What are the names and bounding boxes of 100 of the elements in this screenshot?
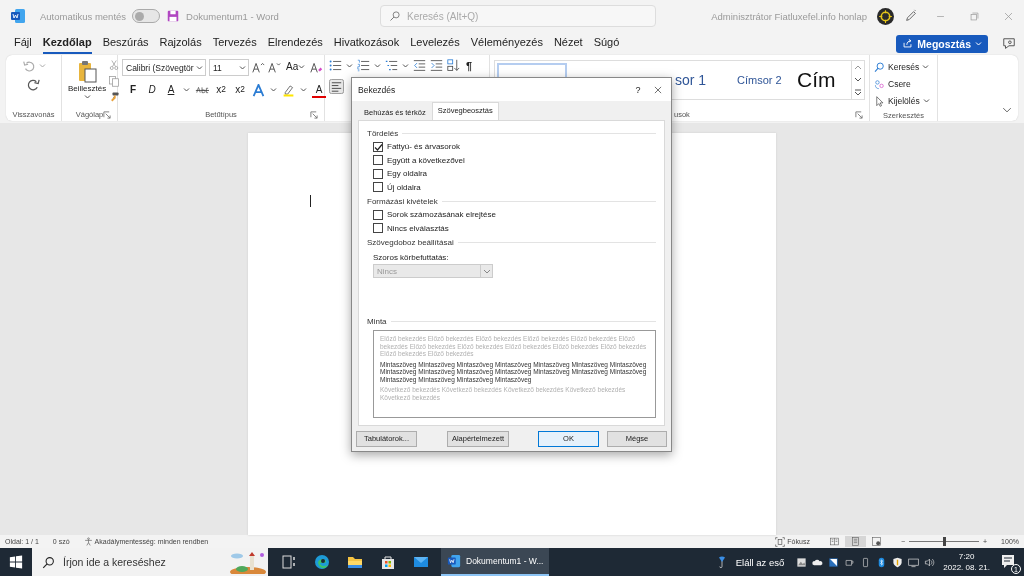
checkbox[interactable] bbox=[373, 209, 383, 220]
style-item[interactable]: Címsor 2 bbox=[731, 74, 791, 86]
caret-icon bbox=[270, 87, 277, 93]
decrease-indent-icon[interactable] bbox=[413, 59, 426, 72]
magnifier-icon bbox=[874, 61, 885, 73]
style-item[interactable]: sor 1 bbox=[669, 72, 731, 88]
search-icon bbox=[389, 10, 401, 22]
taskbar-search-field[interactable]: Írjon ide a kereséshez bbox=[32, 548, 268, 576]
shopping-bag-icon[interactable] bbox=[379, 554, 396, 570]
menu-tab[interactable]: Súgó bbox=[593, 33, 620, 54]
increase-indent-icon[interactable] bbox=[430, 59, 443, 72]
shield-icon[interactable] bbox=[892, 556, 904, 568]
menu-tab[interactable]: Tervezés bbox=[212, 33, 257, 54]
section-title: Szövegdoboz beállításai bbox=[367, 238, 454, 247]
envelope-icon[interactable] bbox=[412, 554, 429, 570]
menu-tab[interactable]: Levelezés bbox=[410, 33, 460, 54]
checkbox-label: Sorok számozásának elrejtése bbox=[387, 210, 496, 220]
numbered-list-icon[interactable] bbox=[357, 59, 370, 72]
word-logo-icon[interactable] bbox=[10, 8, 26, 24]
weather-button[interactable]: Eláll az eső bbox=[715, 554, 785, 570]
taskbar-app-button[interactable]: Dokumentum1 - W... bbox=[441, 548, 550, 576]
focus-icon bbox=[775, 536, 786, 547]
menu-tab[interactable]: Beszúrás bbox=[102, 33, 149, 54]
checkbox[interactable] bbox=[373, 223, 383, 234]
italic-button[interactable]: D bbox=[145, 82, 159, 98]
print-layout-button[interactable] bbox=[844, 536, 866, 547]
notification-icon[interactable] bbox=[1000, 553, 1016, 569]
collapse-ribbon-icon[interactable] bbox=[1002, 105, 1012, 115]
more-styles-icon[interactable] bbox=[854, 89, 862, 97]
help-button[interactable]: ? bbox=[623, 84, 653, 95]
dialog-launcher-icon[interactable] bbox=[855, 111, 863, 119]
underline-button[interactable]: A bbox=[164, 82, 178, 98]
grow-font-icon[interactable] bbox=[252, 61, 265, 74]
caret-icon bbox=[482, 267, 491, 275]
scroll-up-icon[interactable] bbox=[854, 63, 862, 71]
section-title: Formázási kivételek bbox=[367, 197, 438, 206]
checkbox-label: Fattyú- és árvasorok bbox=[387, 142, 460, 152]
show-marks-button[interactable]: ¶ bbox=[464, 59, 475, 72]
menu-tab[interactable]: Véleményezés bbox=[470, 33, 543, 54]
bullet-list-icon[interactable] bbox=[329, 59, 342, 72]
check-icon bbox=[373, 142, 383, 151]
menu-tab[interactable]: Nézet bbox=[553, 33, 583, 54]
clock-date[interactable]: 2022. 08. 21. bbox=[943, 562, 990, 573]
multilevel-list-icon[interactable] bbox=[385, 59, 398, 72]
font-color-button[interactable]: A bbox=[312, 82, 326, 98]
checkbox-label: Együtt a következővel bbox=[387, 155, 465, 165]
dialog-launcher-icon[interactable] bbox=[103, 111, 111, 119]
print-layout-icon bbox=[850, 537, 860, 546]
text-effects-icon[interactable] bbox=[252, 83, 265, 97]
checkbox[interactable] bbox=[373, 168, 383, 179]
autosave-toggle[interactable] bbox=[132, 9, 161, 23]
dialog-launcher-icon[interactable] bbox=[310, 111, 318, 119]
start-icon[interactable] bbox=[9, 555, 23, 569]
select-button[interactable]: Kijelölés bbox=[874, 93, 930, 109]
replace-button[interactable]: Csere bbox=[874, 76, 911, 92]
checkbox-label: Nincs elválasztás bbox=[387, 223, 449, 233]
slider-thumb[interactable] bbox=[943, 537, 946, 546]
menu-tab[interactable]: Hivatkozások bbox=[333, 33, 400, 54]
caret-icon bbox=[38, 63, 46, 69]
caret-icon bbox=[298, 63, 306, 70]
text-cursor bbox=[310, 195, 311, 207]
document-title: Dokumentum1 - Word bbox=[186, 10, 279, 22]
browser-icon[interactable] bbox=[313, 554, 330, 570]
checkbox[interactable] bbox=[373, 141, 383, 152]
font-name-field[interactable]: Calibri (Szövegtör bbox=[122, 59, 206, 76]
checkbox[interactable] bbox=[373, 155, 383, 166]
checkbox[interactable] bbox=[373, 182, 383, 193]
dialog-title: Bekezdés bbox=[358, 84, 397, 95]
caret-icon bbox=[346, 62, 353, 69]
autosave-label: Automatikus mentés bbox=[40, 10, 127, 22]
folder-icon[interactable] bbox=[346, 554, 363, 570]
photos-icon[interactable] bbox=[796, 556, 808, 568]
highlighter-icon[interactable] bbox=[282, 83, 295, 97]
align-left-icon[interactable] bbox=[329, 79, 344, 94]
pen-icon[interactable] bbox=[904, 9, 918, 23]
style-item[interactable]: Cím bbox=[791, 68, 851, 92]
find-button[interactable]: Keresés bbox=[874, 59, 930, 75]
bold-button[interactable]: F bbox=[126, 82, 140, 98]
clock-time[interactable]: 7:20 bbox=[958, 551, 975, 562]
task-view-icon[interactable] bbox=[280, 554, 297, 570]
scroll-down-icon[interactable] bbox=[854, 76, 862, 84]
menu-tab[interactable]: Elrendezés bbox=[267, 33, 323, 54]
sort-icon[interactable] bbox=[447, 59, 460, 72]
comments-icon[interactable] bbox=[1002, 36, 1016, 51]
close-icon[interactable] bbox=[653, 84, 663, 95]
redo-icon[interactable] bbox=[26, 77, 41, 92]
read-mode-icon bbox=[829, 537, 839, 546]
menu-tab[interactable]: Fájl bbox=[14, 33, 32, 54]
menu-tab[interactable]: Rajzolás bbox=[159, 33, 202, 54]
avatar-icon[interactable] bbox=[877, 7, 894, 25]
app-icon[interactable] bbox=[828, 556, 840, 568]
paste-button[interactable]: Beillesztés bbox=[66, 59, 109, 108]
clear-formatting-icon[interactable] bbox=[310, 61, 324, 74]
save-icon[interactable] bbox=[166, 9, 181, 23]
shrink-font-icon[interactable] bbox=[268, 61, 281, 74]
monitor-icon[interactable] bbox=[908, 556, 920, 568]
speaker-icon[interactable] bbox=[924, 556, 936, 568]
change-case-button[interactable]: Aa bbox=[284, 59, 308, 76]
font-size-field[interactable]: 11 bbox=[209, 59, 249, 76]
share-button[interactable]: Megosztás bbox=[896, 34, 988, 53]
